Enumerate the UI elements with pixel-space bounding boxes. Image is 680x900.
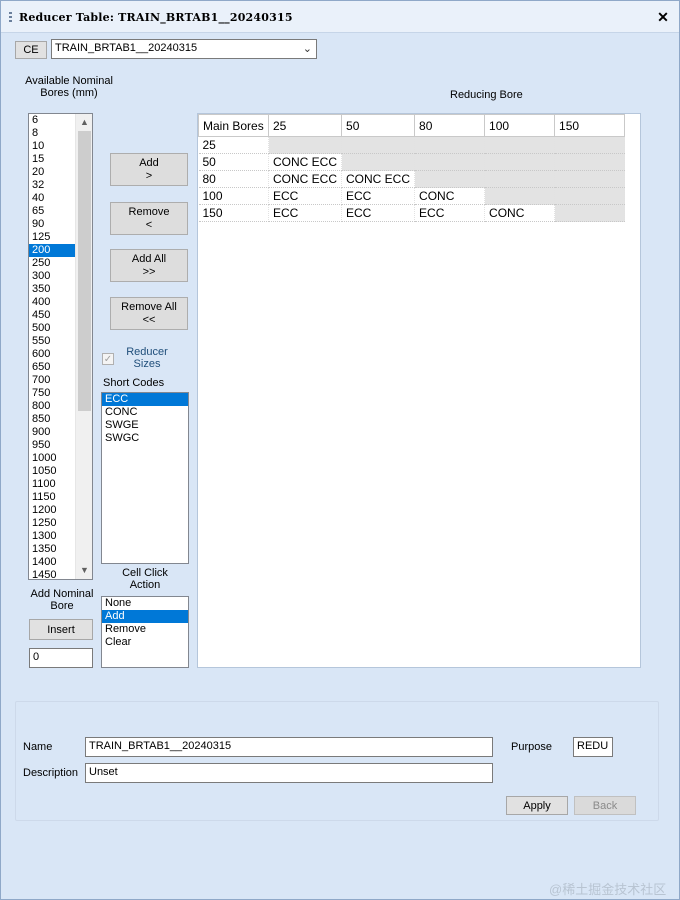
- reducer-cell[interactable]: [554, 187, 626, 205]
- reducer-cell[interactable]: ECC: [414, 204, 486, 222]
- short-code-item[interactable]: CONC: [102, 406, 188, 419]
- add-all-button-label: Add All: [131, 252, 167, 265]
- available-bores-label: Available Nominal Bores (mm): [25, 75, 113, 99]
- insert-button[interactable]: Insert: [29, 619, 93, 640]
- short-codes-label: Short Codes: [103, 377, 165, 389]
- title-bar[interactable]: Reducer Table: TRAIN_BRTAB1__20240315 ✕: [1, 1, 679, 33]
- cell-click-action-list[interactable]: None Add Remove Clear: [101, 596, 189, 668]
- scroll-thumb[interactable]: [78, 131, 91, 411]
- table-select-value: TRAIN_BRTAB1__20240315: [55, 42, 198, 54]
- reducer-cell[interactable]: ECC: [268, 187, 343, 205]
- reducing-bore-heading: Reducing Bore: [450, 89, 523, 101]
- reducer-cell[interactable]: [554, 153, 626, 171]
- cell-click-action-item[interactable]: Add: [102, 610, 188, 623]
- remove-all-button[interactable]: Remove All <<: [110, 297, 188, 330]
- nominal-bore-input[interactable]: 0: [29, 648, 93, 668]
- description-label: Description: [23, 767, 79, 779]
- reducer-cell[interactable]: CONC ECC: [268, 170, 343, 188]
- add-nominal-bore-label: Add Nominal Bore: [30, 588, 94, 612]
- cell-click-action-label: Cell Click Action: [122, 567, 168, 591]
- watermark: @稀土掘金技术社区: [549, 882, 667, 897]
- remove-button-arrow: <: [145, 218, 153, 231]
- reducer-cell[interactable]: [484, 153, 556, 171]
- reducer-cell[interactable]: [341, 153, 416, 171]
- main-bore-cell: 25: [198, 136, 269, 154]
- remove-button[interactable]: Remove <: [110, 202, 188, 235]
- table-row: 80 CONC ECC CONC ECC: [198, 170, 626, 188]
- reducing-bore-column-header[interactable]: 100: [484, 114, 556, 137]
- main-bores-header: Main Bores: [198, 114, 269, 137]
- reducer-sizes-checkbox[interactable]: ✓: [102, 353, 114, 365]
- table-row: 150 ECC ECC ECC CONC: [198, 204, 626, 222]
- reducer-cell[interactable]: [414, 136, 486, 154]
- back-button[interactable]: Back: [574, 796, 636, 815]
- remove-button-label: Remove: [128, 205, 170, 218]
- reducer-cell[interactable]: [554, 170, 626, 188]
- reducer-cell[interactable]: CONC: [484, 204, 556, 222]
- reducer-cell[interactable]: [484, 136, 556, 154]
- short-code-item[interactable]: SWGC: [102, 432, 188, 445]
- reducer-cell[interactable]: ECC: [341, 187, 416, 205]
- remove-all-button-arrow: <<: [142, 313, 156, 326]
- main-bore-cell: 50: [198, 153, 269, 171]
- name-label: Name: [23, 741, 53, 753]
- reducer-cell[interactable]: [554, 204, 626, 222]
- main-bore-cell: 150: [198, 204, 269, 222]
- reducer-cell[interactable]: [484, 170, 556, 188]
- reducing-bore-column-header[interactable]: 80: [414, 114, 486, 137]
- remove-all-button-label: Remove All: [121, 300, 177, 313]
- table-select[interactable]: TRAIN_BRTAB1__20240315 ⌄: [51, 39, 317, 59]
- add-all-button-arrow: >>: [142, 265, 156, 278]
- cell-click-action-item[interactable]: Clear: [102, 636, 188, 649]
- short-code-item[interactable]: SWGE: [102, 419, 188, 432]
- main-bore-cell: 100: [198, 187, 269, 205]
- drag-grip-icon[interactable]: [9, 12, 12, 24]
- scroll-down-icon[interactable]: ▼: [76, 562, 92, 579]
- reducer-cell[interactable]: ECC: [341, 204, 416, 222]
- reducer-cell[interactable]: ECC: [268, 204, 343, 222]
- main-bore-cell: 80: [198, 170, 269, 188]
- table-row: 25: [198, 136, 626, 154]
- reducer-cell[interactable]: [484, 187, 556, 205]
- reducer-cell[interactable]: [341, 136, 416, 154]
- reducer-cell[interactable]: CONC ECC: [341, 170, 416, 188]
- apply-button[interactable]: Apply: [506, 796, 568, 815]
- table-row: 50 CONC ECC: [198, 153, 626, 171]
- cell-click-action-item[interactable]: Remove: [102, 623, 188, 636]
- chevron-down-icon[interactable]: ⌄: [303, 42, 312, 55]
- window-title: Reducer Table: TRAIN_BRTAB1__20240315: [19, 11, 293, 24]
- available-bores-scrollbar[interactable]: ▲ ▼: [75, 114, 92, 579]
- purpose-label: Purpose: [511, 741, 552, 753]
- reducer-cell[interactable]: CONC ECC: [268, 153, 343, 171]
- reducing-bore-column-header[interactable]: 25: [267, 114, 343, 137]
- reducing-bore-column-header[interactable]: 150: [554, 114, 626, 137]
- add-all-button[interactable]: Add All >>: [110, 249, 188, 282]
- reducer-cell[interactable]: [414, 153, 486, 171]
- short-codes-list[interactable]: ECC CONC SWGE SWGC: [101, 392, 189, 564]
- add-button[interactable]: Add >: [110, 153, 188, 186]
- available-bores-list[interactable]: 6 8 10 15 20 32 40 65 90 125 200 250 300 350 400 450 500…: [28, 113, 93, 580]
- reducer-cell[interactable]: [414, 170, 486, 188]
- purpose-field[interactable]: REDU: [573, 737, 613, 757]
- short-code-item[interactable]: ECC: [102, 393, 188, 406]
- reducer-table-window: Reducer Table: TRAIN_BRTAB1__20240315 ✕ …: [0, 0, 680, 900]
- reducer-cell[interactable]: [268, 136, 343, 154]
- reducer-sizes-label: Reducer Sizes: [126, 346, 168, 370]
- reducer-table[interactable]: Main Bores 25 50 80 100 150 25 50 CONC ECC 80 CONC…: [198, 114, 626, 222]
- add-button-label: Add: [139, 156, 159, 169]
- reducing-bore-column-header[interactable]: 50: [341, 114, 416, 137]
- description-field[interactable]: Unset: [85, 763, 493, 783]
- scroll-up-icon[interactable]: ▲: [76, 114, 92, 131]
- close-icon[interactable]: ✕: [655, 9, 671, 25]
- name-field[interactable]: TRAIN_BRTAB1__20240315: [85, 737, 493, 757]
- cell-click-action-item[interactable]: None: [102, 597, 188, 610]
- add-button-arrow: >: [145, 169, 153, 182]
- reducer-cell[interactable]: [554, 136, 626, 154]
- ce-button[interactable]: CE: [15, 41, 47, 59]
- table-row: 100 ECC ECC CONC: [198, 187, 626, 205]
- reducer-cell[interactable]: CONC: [414, 187, 486, 205]
- reducer-grid[interactable]: Main Bores 25 50 80 100 150 25 50 CONC ECC 80 CONC…: [197, 113, 641, 668]
